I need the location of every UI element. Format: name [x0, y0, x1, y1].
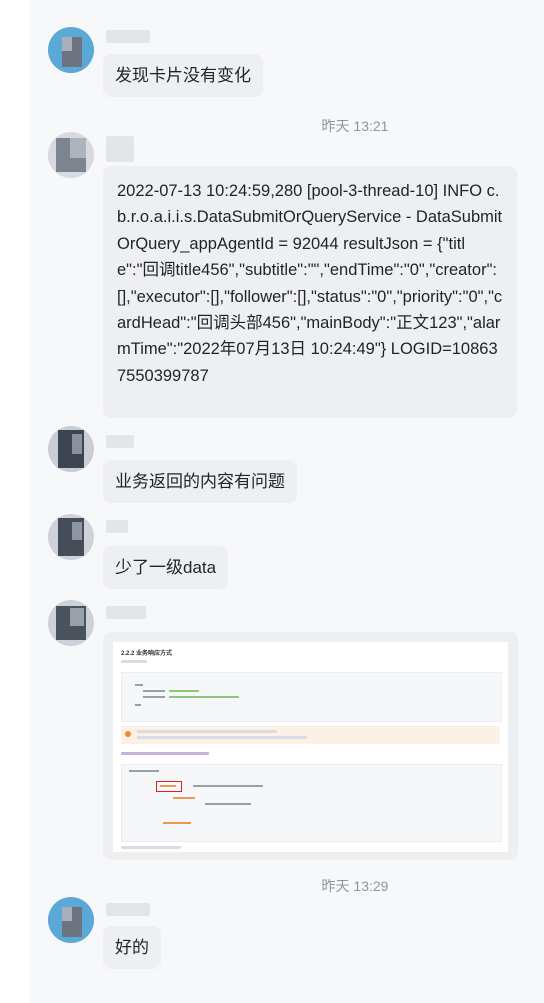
message-text: 好的 [115, 938, 149, 957]
warning-icon [125, 731, 131, 737]
code-block [121, 764, 502, 842]
text-line [137, 730, 277, 733]
text-line [121, 752, 209, 755]
code-token [135, 704, 141, 706]
message-bubble[interactable]: 业务返回的内容有问题 [103, 460, 297, 503]
avatar-image [48, 27, 94, 73]
image-message[interactable]: 2.2.2 业务响应方式 [103, 632, 518, 860]
sender-name [106, 136, 134, 162]
sender-name [106, 903, 150, 916]
code-token [129, 770, 159, 772]
sender-name [106, 435, 134, 448]
message-text: 发现卡片没有变化 [115, 66, 251, 85]
code-token [143, 696, 165, 698]
doc-heading: 2.2.2 业务响应方式 [121, 651, 173, 657]
avatar-image [48, 897, 94, 943]
code-token [169, 696, 239, 698]
message-bubble[interactable]: 2022-07-13 10:24:59,280 [pool-3-thread-1… [103, 166, 517, 418]
message-text: 2022-07-13 10:24:59,280 [pool-3-thread-1… [117, 182, 503, 385]
avatar-image [48, 132, 94, 178]
code-token [205, 803, 251, 805]
avatar[interactable] [48, 514, 94, 560]
code-token [143, 690, 165, 692]
code-token [169, 690, 199, 692]
message-bubble[interactable]: 好的 [103, 926, 161, 969]
message-text: 少了一级data [115, 558, 217, 577]
avatar[interactable] [48, 132, 94, 178]
timestamp: 昨天 13:21 [321, 118, 389, 134]
code-token [173, 797, 195, 799]
sender-name [106, 30, 150, 43]
avatar[interactable] [48, 600, 94, 646]
sender-name [106, 520, 128, 533]
code-token [193, 785, 263, 787]
avatar[interactable] [48, 897, 94, 943]
avatar-image [48, 600, 94, 646]
code-token [135, 684, 143, 686]
avatar[interactable] [48, 27, 94, 73]
text-line [137, 736, 307, 739]
message-bubble[interactable]: 发现卡片没有变化 [103, 54, 263, 97]
message-bubble[interactable]: 少了一级data [103, 546, 229, 589]
avatar-image [48, 426, 94, 472]
text-line [121, 846, 181, 849]
sender-name [106, 606, 146, 619]
code-token [160, 785, 176, 787]
timestamp: 昨天 13:29 [321, 878, 389, 894]
warning-box [121, 726, 500, 744]
avatar[interactable] [48, 426, 94, 472]
text-line [121, 660, 147, 663]
code-token [163, 822, 191, 824]
avatar-image [48, 514, 94, 560]
screenshot-thumbnail: 2.2.2 业务响应方式 [113, 642, 508, 852]
message-text: 业务返回的内容有问题 [115, 472, 285, 491]
